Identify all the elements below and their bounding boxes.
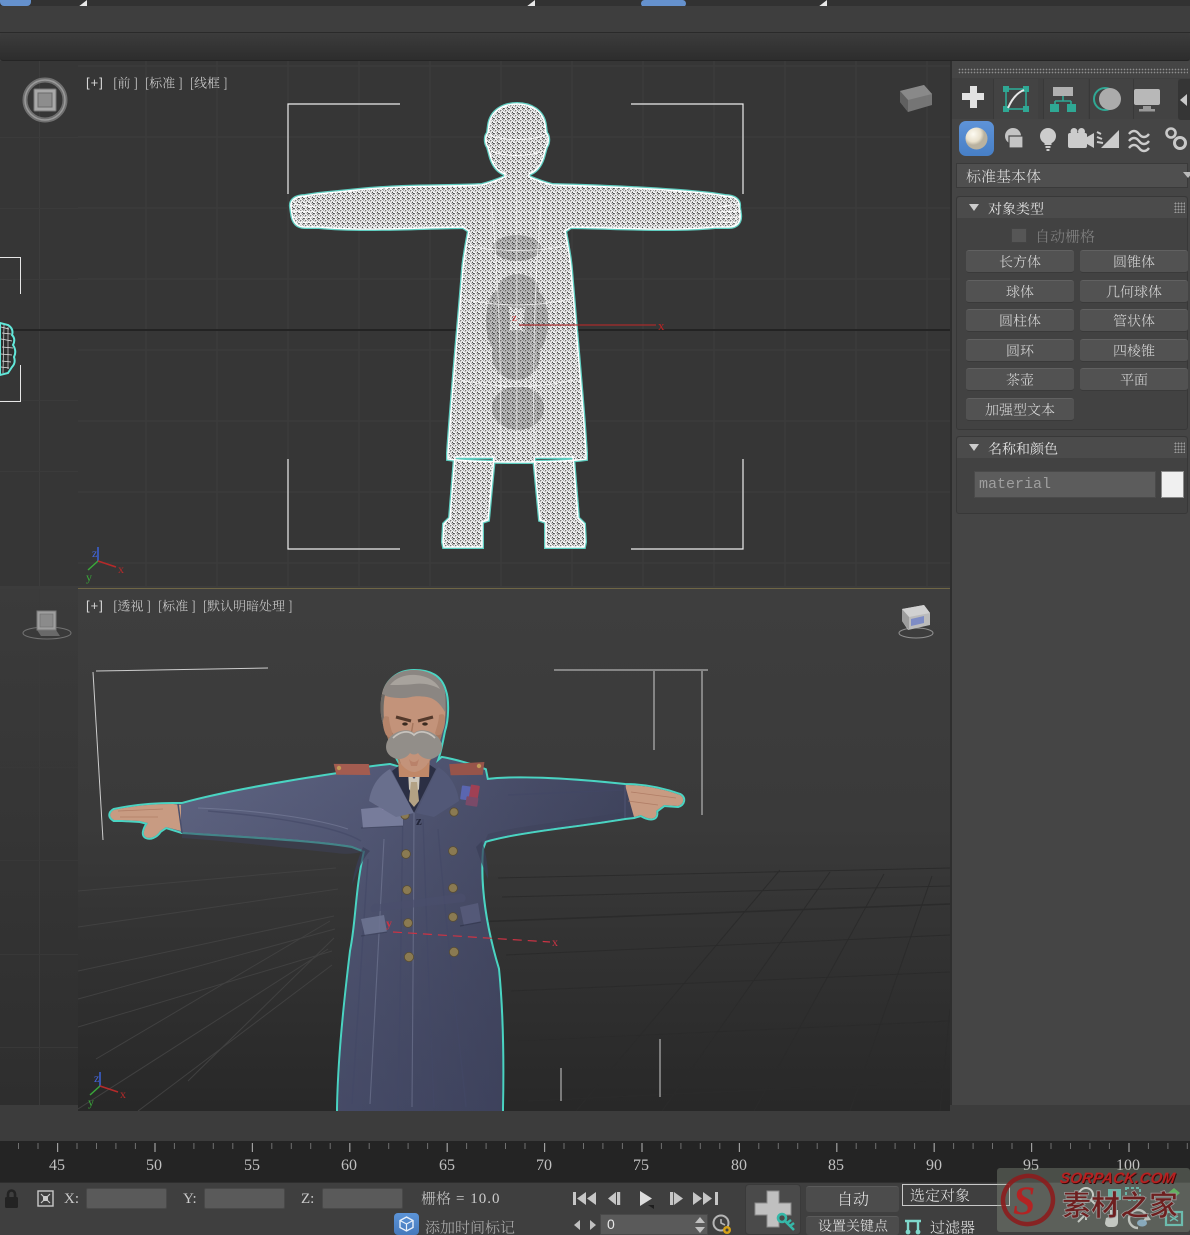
svg-text:S: S [1013,1178,1035,1223]
svg-text:y: y [88,1095,94,1109]
svg-text:x: x [120,1087,126,1101]
svg-text:y: y [386,916,392,930]
svg-text:x: x [118,562,124,576]
svg-text:x: x [658,318,665,333]
svg-text:z: z [92,546,97,560]
svg-text:z: z [94,1071,99,1085]
svg-text:y: y [86,570,92,584]
svg-text:x: x [552,935,558,949]
svg-text:z: z [512,312,517,324]
svg-text:z: z [416,813,422,828]
